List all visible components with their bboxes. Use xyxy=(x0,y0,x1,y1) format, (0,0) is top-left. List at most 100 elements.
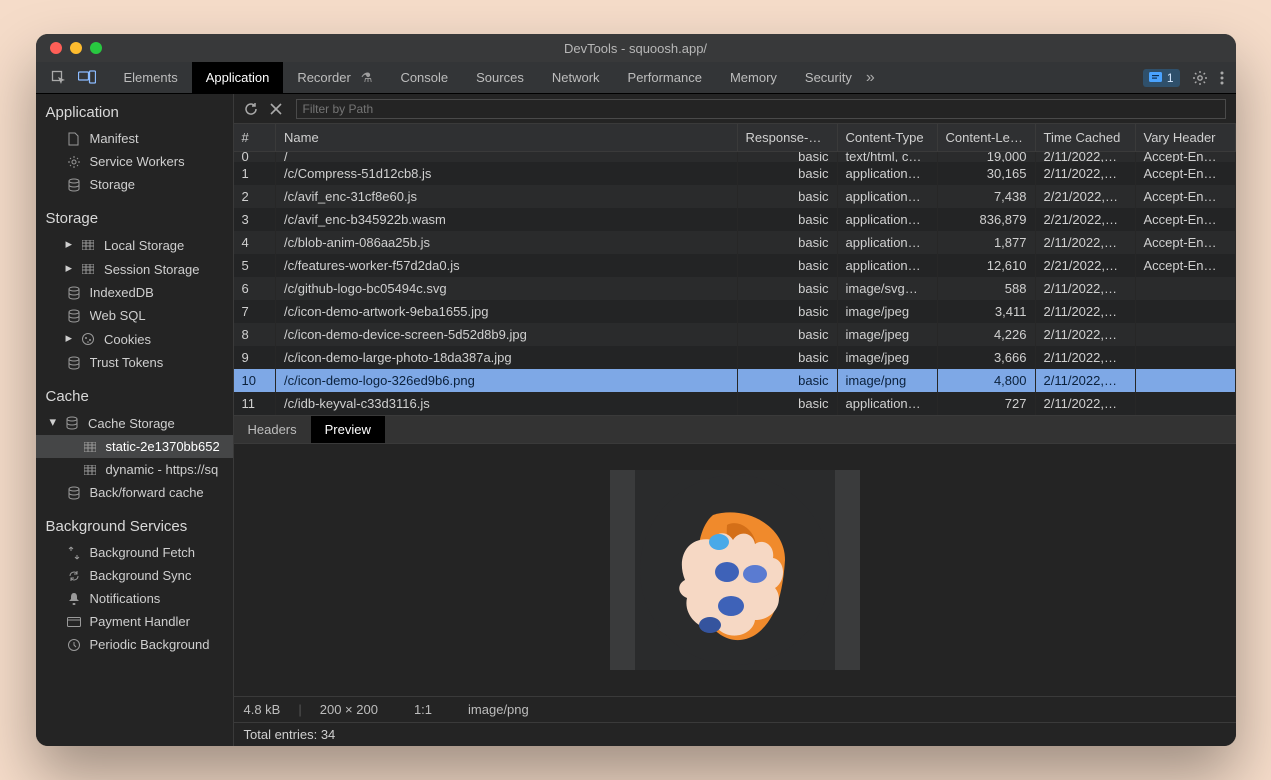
cell: /c/features-worker-f57d2da0.js xyxy=(276,254,738,277)
cell: 10 xyxy=(234,369,276,392)
status-mime: image/png xyxy=(468,702,529,717)
sidebar-item-local-storage[interactable]: ▸Local Storage xyxy=(36,233,233,257)
group-cache: Cache xyxy=(36,378,233,411)
table-row[interactable]: 6/c/github-logo-bc05494c.svgbasicimage/s… xyxy=(234,277,1236,300)
sidebar-item-label: Background Sync xyxy=(90,568,192,583)
sidebar-item-manifest[interactable]: Manifest xyxy=(36,127,233,150)
col-header[interactable]: # xyxy=(234,124,276,152)
col-header[interactable]: Response-… xyxy=(737,124,837,152)
item-icon xyxy=(80,264,96,274)
col-header[interactable]: Vary Header xyxy=(1135,124,1235,152)
cache-toolbar xyxy=(234,94,1236,124)
window-title: DevTools - squoosh.app/ xyxy=(36,41,1236,56)
sidebar-item-bfcache[interactable]: Back/forward cache xyxy=(36,481,233,504)
sidebar-item-cache-dynamic[interactable]: dynamic - https://sq xyxy=(36,458,233,481)
cell: 1 xyxy=(234,162,276,185)
cell: basic xyxy=(737,231,837,254)
tab-recorder[interactable]: Recorder⚗ xyxy=(283,62,386,93)
table-row[interactable]: 4/c/blob-anim-086aa25b.jsbasicapplicatio… xyxy=(234,231,1236,254)
more-tabs-icon[interactable]: » xyxy=(866,69,875,87)
cell: /c/icon-demo-large-photo-18da387a.jpg xyxy=(276,346,738,369)
tab-performance[interactable]: Performance xyxy=(614,62,716,93)
cell: application… xyxy=(837,185,937,208)
cell: 588 xyxy=(937,277,1035,300)
tab-network[interactable]: Network xyxy=(538,62,614,93)
cell: /c/avif_enc-b345922b.wasm xyxy=(276,208,738,231)
sidebar-item-session-storage[interactable]: ▸ Session Storage xyxy=(36,257,233,281)
cell: basic xyxy=(737,323,837,346)
settings-icon[interactable] xyxy=(1192,70,1208,86)
item-icon xyxy=(66,286,82,300)
preview-area xyxy=(234,444,1236,697)
table-row[interactable]: 10/c/icon-demo-logo-326ed9b6.pngbasicima… xyxy=(234,369,1236,392)
item-icon xyxy=(66,155,82,169)
device-toolbar-icon[interactable] xyxy=(78,69,96,87)
inspect-element-icon[interactable] xyxy=(50,69,68,87)
cell: /c/icon-demo-device-screen-5d52d8b9.jpg xyxy=(276,323,738,346)
sidebar-item-service-workers[interactable]: Service Workers xyxy=(36,150,233,173)
cell: basic xyxy=(737,185,837,208)
table-row[interactable]: 7/c/icon-demo-artwork-9eba1655.jpgbasici… xyxy=(234,300,1236,323)
tab-elements[interactable]: Elements xyxy=(110,62,192,93)
table-row[interactable]: 5/c/features-worker-f57d2da0.jsbasicappl… xyxy=(234,254,1236,277)
table-row[interactable]: 9/c/icon-demo-large-photo-18da387a.jpgba… xyxy=(234,346,1236,369)
cell: application… xyxy=(837,162,937,185)
devtools-window: DevTools - squoosh.app/ ElementsApplicat… xyxy=(36,34,1236,746)
table-row[interactable]: 3/c/avif_enc-b345922b.wasmbasicapplicati… xyxy=(234,208,1236,231)
col-header[interactable]: Content-Type xyxy=(837,124,937,152)
table-row[interactable]: 1/c/Compress-51d12cb8.jsbasicapplication… xyxy=(234,162,1236,185)
chevron-right-icon: ▸ xyxy=(66,330,73,346)
cell: 3,666 xyxy=(937,346,1035,369)
table-row[interactable]: 0/basictext/html, c…19,0002/11/2022,…Acc… xyxy=(234,152,1236,162)
sidebar-item-label: Session Storage xyxy=(104,262,199,277)
issues-badge[interactable]: 1 xyxy=(1143,69,1180,87)
tab-memory[interactable]: Memory xyxy=(716,62,791,93)
sidebar-item-background-sync[interactable]: Background Sync xyxy=(36,564,233,587)
cell xyxy=(1135,277,1235,300)
table-row[interactable]: 11/c/idb-keyval-c33d3116.jsbasicapplicat… xyxy=(234,392,1236,415)
sidebar-item-periodic-background[interactable]: Periodic Background xyxy=(36,633,233,656)
sidebar-item-label: Local Storage xyxy=(104,238,184,253)
tab-application[interactable]: Application xyxy=(192,62,284,93)
sidebar-item-cookies[interactable]: ▸Cookies xyxy=(36,327,233,351)
sidebar-item-web-sql[interactable]: Web SQL xyxy=(36,304,233,327)
col-header[interactable]: Content-Le… xyxy=(937,124,1035,152)
cell: basic xyxy=(737,152,837,162)
cell: basic xyxy=(737,369,837,392)
sidebar-item-cache-static[interactable]: static-2e1370bb652 xyxy=(36,435,233,458)
sidebar-item-storage[interactable]: Storage xyxy=(36,173,233,196)
sidebar-item-background-fetch[interactable]: Background Fetch xyxy=(36,541,233,564)
detail-tab-headers[interactable]: Headers xyxy=(234,416,311,443)
cell: application… xyxy=(837,254,937,277)
cache-table: #NameResponse-…Content-TypeContent-Le…Ti… xyxy=(234,124,1236,416)
cell: 2/11/2022,… xyxy=(1035,162,1135,185)
item-icon xyxy=(80,332,96,346)
table-row[interactable]: 8/c/icon-demo-device-screen-5d52d8b9.jpg… xyxy=(234,323,1236,346)
chevron-right-icon: ▸ xyxy=(66,260,73,276)
status-dims: 200 × 200 xyxy=(320,702,378,717)
sidebar-item-trust-tokens[interactable]: Trust Tokens xyxy=(36,351,233,374)
cell: 3 xyxy=(234,208,276,231)
cell: 2/21/2022,… xyxy=(1035,185,1135,208)
kebab-menu-icon[interactable] xyxy=(1220,70,1224,86)
delete-icon[interactable] xyxy=(270,103,286,115)
refresh-icon[interactable] xyxy=(244,102,260,116)
tab-console[interactable]: Console xyxy=(386,62,462,93)
col-header[interactable]: Name xyxy=(276,124,738,152)
filter-input[interactable] xyxy=(296,99,1226,119)
sidebar-item-payment-handler[interactable]: Payment Handler xyxy=(36,610,233,633)
sidebar-item-indexeddb[interactable]: IndexedDB xyxy=(36,281,233,304)
cell: basic xyxy=(737,346,837,369)
flask-icon: ⚗ xyxy=(361,70,373,86)
table-row[interactable]: 2/c/avif_enc-31cf8e60.jsbasicapplication… xyxy=(234,185,1236,208)
detail-tab-preview[interactable]: Preview xyxy=(311,416,385,443)
col-header[interactable]: Time Cached xyxy=(1035,124,1135,152)
cell: image/jpeg xyxy=(837,346,937,369)
tab-sources[interactable]: Sources xyxy=(462,62,538,93)
sidebar-item-label: Manifest xyxy=(90,131,139,146)
status-size: 4.8 kB xyxy=(244,702,281,717)
tab-security[interactable]: Security xyxy=(791,62,866,93)
sidebar-item-notifications[interactable]: Notifications xyxy=(36,587,233,610)
sidebar-item-cache-storage[interactable]: ▾ Cache Storage xyxy=(36,411,233,435)
titlebar: DevTools - squoosh.app/ xyxy=(36,34,1236,62)
